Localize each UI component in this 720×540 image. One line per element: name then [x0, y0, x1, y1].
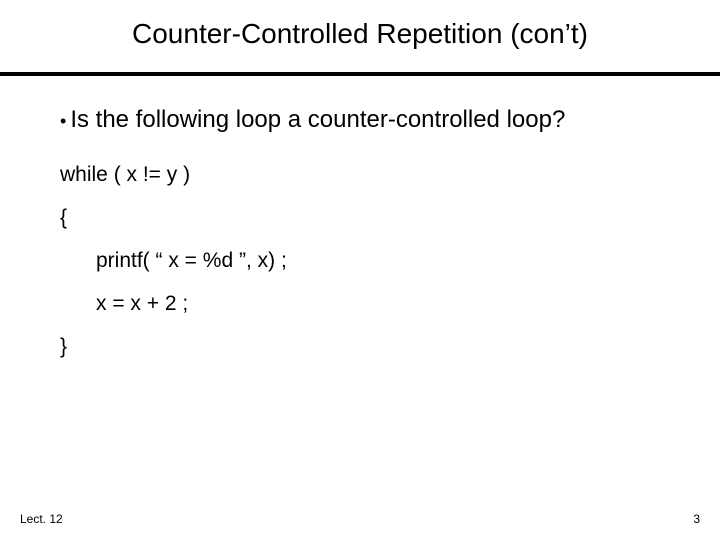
code-line-increment: x = x + 2 ;: [60, 293, 670, 314]
footer-page-number: 3: [693, 512, 700, 526]
code-line-while: while ( x != y ): [60, 164, 670, 185]
bullet-item: •Is the following loop a counter-control…: [60, 104, 670, 136]
footer-lecture-label: Lect. 12: [20, 512, 63, 526]
bullet-marker: •: [60, 111, 66, 131]
slide-content: •Is the following loop a counter-control…: [0, 76, 720, 357]
bullet-text: Is the following loop a counter-controll…: [70, 106, 565, 133]
slide-title: Counter-Controlled Repetition (con’t): [0, 0, 720, 66]
code-line-printf: printf( “ x = %d ”, x) ;: [60, 250, 670, 271]
code-block: while ( x != y ) { printf( “ x = %d ”, x…: [60, 164, 670, 357]
code-line-close-brace: }: [60, 336, 670, 357]
code-line-open-brace: {: [60, 207, 670, 228]
footer: Lect. 12 3: [0, 512, 720, 526]
